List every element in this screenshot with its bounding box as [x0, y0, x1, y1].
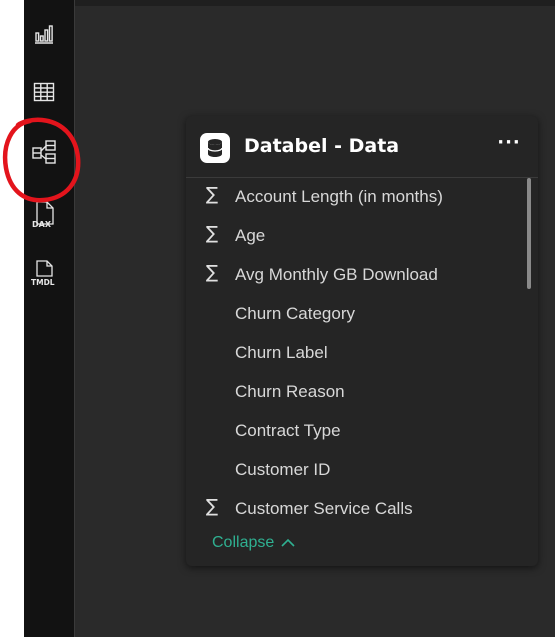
field-item[interactable]: ∑ Age: [186, 217, 516, 256]
field-item[interactable]: Churn Reason: [186, 373, 516, 412]
top-ribbon-edge: [36, 0, 555, 6]
more-options-button[interactable]: ···: [494, 134, 524, 158]
field-item[interactable]: Contract Type: [186, 412, 516, 451]
field-item[interactable]: Churn Category: [186, 295, 516, 334]
rail-tmdl-view[interactable]: TMDL: [24, 252, 64, 292]
model-diagram-icon: [32, 140, 56, 164]
table-card[interactable]: Databel - Data ··· ∑ Account Length (in m…: [186, 116, 538, 566]
bar-chart-icon: [35, 25, 53, 44]
sigma-icon: ∑: [206, 223, 219, 244]
table-card-header[interactable]: Databel - Data ···: [186, 116, 538, 178]
sigma-icon: ∑: [206, 262, 219, 283]
table-title: Databel - Data: [244, 135, 400, 157]
field-label: Contract Type: [235, 421, 341, 440]
table-grid-icon: [33, 82, 55, 102]
collapse-button[interactable]: Collapse: [212, 534, 296, 552]
field-label: Churn Reason: [235, 382, 345, 401]
field-item[interactable]: Customer ID: [186, 451, 516, 490]
field-list: ∑ Account Length (in months) ∑ Age ∑ Avg Mo…: [186, 178, 538, 529]
rail-dax-query-view[interactable]: DAX: [24, 194, 64, 234]
rail-table-view[interactable]: [24, 72, 64, 112]
database-icon: [200, 133, 230, 163]
dax-icon: DAX: [32, 201, 54, 228]
field-label: Account Length (in months): [235, 187, 443, 206]
field-label: Age: [235, 226, 266, 245]
field-label: Customer ID: [235, 460, 331, 479]
rail-report-view[interactable]: [24, 14, 64, 54]
view-rail: DAX TMDL: [24, 0, 75, 637]
sigma-icon: ∑: [206, 496, 219, 517]
tmdl-icon-label: TMDL: [31, 278, 55, 287]
sigma-icon: ∑: [206, 184, 219, 205]
field-item[interactable]: ∑ Avg Monthly GB Download: [186, 256, 516, 295]
field-list-scrollbar[interactable]: [527, 178, 531, 289]
chevron-up-icon: [281, 538, 295, 547]
dax-icon-label: DAX: [32, 220, 52, 228]
rail-model-view[interactable]: [24, 132, 64, 172]
field-label: Avg Monthly GB Download: [235, 265, 438, 284]
field-label: Churn Category: [235, 304, 356, 323]
field-item[interactable]: ∑ Account Length (in months): [186, 178, 516, 217]
field-label: Customer Service Calls: [235, 499, 413, 518]
tmdl-icon: TMDL: [31, 260, 55, 287]
field-item[interactable]: ∑ Customer Service Calls: [186, 490, 516, 529]
field-label: Churn Label: [235, 343, 328, 362]
collapse-label: Collapse: [212, 534, 275, 551]
field-item[interactable]: Churn Label: [186, 334, 516, 373]
